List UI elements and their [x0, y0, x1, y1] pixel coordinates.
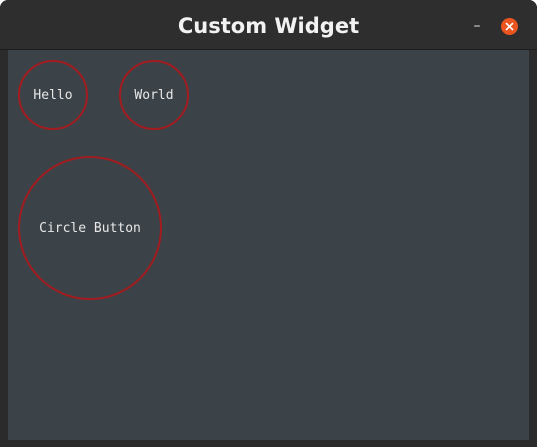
window-frame-right [529, 50, 537, 447]
title-bar[interactable]: Custom Widget – [0, 0, 537, 50]
hello-button[interactable]: Hello [18, 60, 88, 130]
close-icon [505, 22, 514, 31]
window-frame-bottom [0, 440, 537, 447]
minimize-button[interactable]: – [469, 16, 485, 36]
world-button[interactable]: World [119, 60, 189, 130]
window-title: Custom Widget [177, 14, 360, 38]
content-area: Hello World Circle Button [8, 50, 529, 440]
close-button[interactable] [501, 18, 518, 35]
circle-button[interactable]: Circle Button [18, 156, 162, 300]
window-frame-left [0, 50, 8, 447]
app-window: Custom Widget – Hello World Circle Butto… [0, 0, 537, 447]
